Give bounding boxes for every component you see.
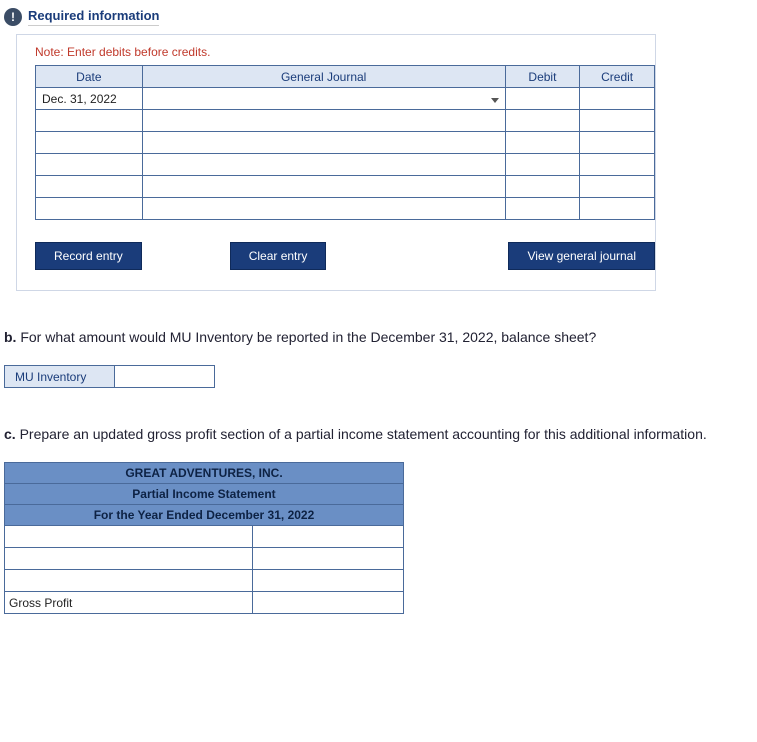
- question-b-prefix: b.: [4, 329, 16, 345]
- info-icon: !: [4, 8, 22, 26]
- general-journal-cell[interactable]: [142, 198, 505, 220]
- mu-inventory-input[interactable]: [115, 366, 215, 388]
- credit-cell[interactable]: [580, 88, 655, 110]
- line-item-label[interactable]: [5, 570, 253, 592]
- gross-profit-label: Gross Profit: [5, 592, 253, 614]
- credit-cell[interactable]: [580, 132, 655, 154]
- date-cell[interactable]: [36, 110, 143, 132]
- journal-table: Date General Journal Debit Credit Dec. 3…: [35, 65, 655, 220]
- col-header-debit: Debit: [505, 66, 580, 88]
- general-journal-cell[interactable]: [142, 88, 505, 110]
- line-item-amount[interactable]: [253, 548, 404, 570]
- table-row: [5, 548, 404, 570]
- table-row: Dec. 31, 2022: [36, 88, 655, 110]
- table-row: [36, 176, 655, 198]
- mu-inventory-table: MU Inventory: [4, 365, 215, 388]
- clear-entry-button[interactable]: Clear entry: [230, 242, 327, 270]
- table-row: [36, 154, 655, 176]
- question-c-prefix: c.: [4, 426, 16, 442]
- question-c: c. Prepare an updated gross profit secti…: [4, 426, 753, 442]
- debit-cell[interactable]: [505, 132, 580, 154]
- date-cell[interactable]: [36, 176, 143, 198]
- date-cell[interactable]: [36, 132, 143, 154]
- line-item-label[interactable]: [5, 548, 253, 570]
- partial-title-company: GREAT ADVENTURES, INC.: [5, 463, 404, 484]
- view-general-journal-button[interactable]: View general journal: [508, 242, 655, 270]
- gross-profit-row: Gross Profit: [5, 592, 404, 614]
- debit-cell[interactable]: [505, 198, 580, 220]
- table-row: [36, 132, 655, 154]
- gross-profit-amount[interactable]: [253, 592, 404, 614]
- general-journal-cell[interactable]: [142, 154, 505, 176]
- chevron-down-icon[interactable]: [491, 98, 499, 103]
- general-journal-cell[interactable]: [142, 110, 505, 132]
- col-header-date: Date: [36, 66, 143, 88]
- col-header-general-journal: General Journal: [142, 66, 505, 88]
- journal-panel: Note: Enter debits before credits. Date …: [16, 34, 656, 291]
- credit-cell[interactable]: [580, 154, 655, 176]
- table-row: [36, 198, 655, 220]
- record-entry-button[interactable]: Record entry: [35, 242, 142, 270]
- date-cell[interactable]: [36, 198, 143, 220]
- line-item-label[interactable]: [5, 526, 253, 548]
- required-information-header: Required information: [28, 8, 159, 26]
- note-text: Note: Enter debits before credits.: [35, 45, 643, 59]
- partial-title-period: For the Year Ended December 31, 2022: [5, 505, 404, 526]
- date-cell[interactable]: [36, 154, 143, 176]
- date-cell[interactable]: Dec. 31, 2022: [36, 88, 143, 110]
- table-row: [5, 526, 404, 548]
- debit-cell[interactable]: [505, 88, 580, 110]
- question-c-text: Prepare an updated gross profit section …: [16, 426, 707, 442]
- general-journal-cell[interactable]: [142, 176, 505, 198]
- general-journal-cell[interactable]: [142, 132, 505, 154]
- col-header-credit: Credit: [580, 66, 655, 88]
- table-row: [5, 570, 404, 592]
- partial-title-statement: Partial Income Statement: [5, 484, 404, 505]
- table-row: [36, 110, 655, 132]
- question-b: b. For what amount would MU Inventory be…: [4, 329, 753, 345]
- credit-cell[interactable]: [580, 198, 655, 220]
- partial-income-statement-table: GREAT ADVENTURES, INC. Partial Income St…: [4, 462, 404, 614]
- mu-inventory-label: MU Inventory: [5, 366, 115, 388]
- credit-cell[interactable]: [580, 110, 655, 132]
- question-b-text: For what amount would MU Inventory be re…: [16, 329, 596, 345]
- debit-cell[interactable]: [505, 110, 580, 132]
- line-item-amount[interactable]: [253, 526, 404, 548]
- debit-cell[interactable]: [505, 176, 580, 198]
- debit-cell[interactable]: [505, 154, 580, 176]
- credit-cell[interactable]: [580, 176, 655, 198]
- line-item-amount[interactable]: [253, 570, 404, 592]
